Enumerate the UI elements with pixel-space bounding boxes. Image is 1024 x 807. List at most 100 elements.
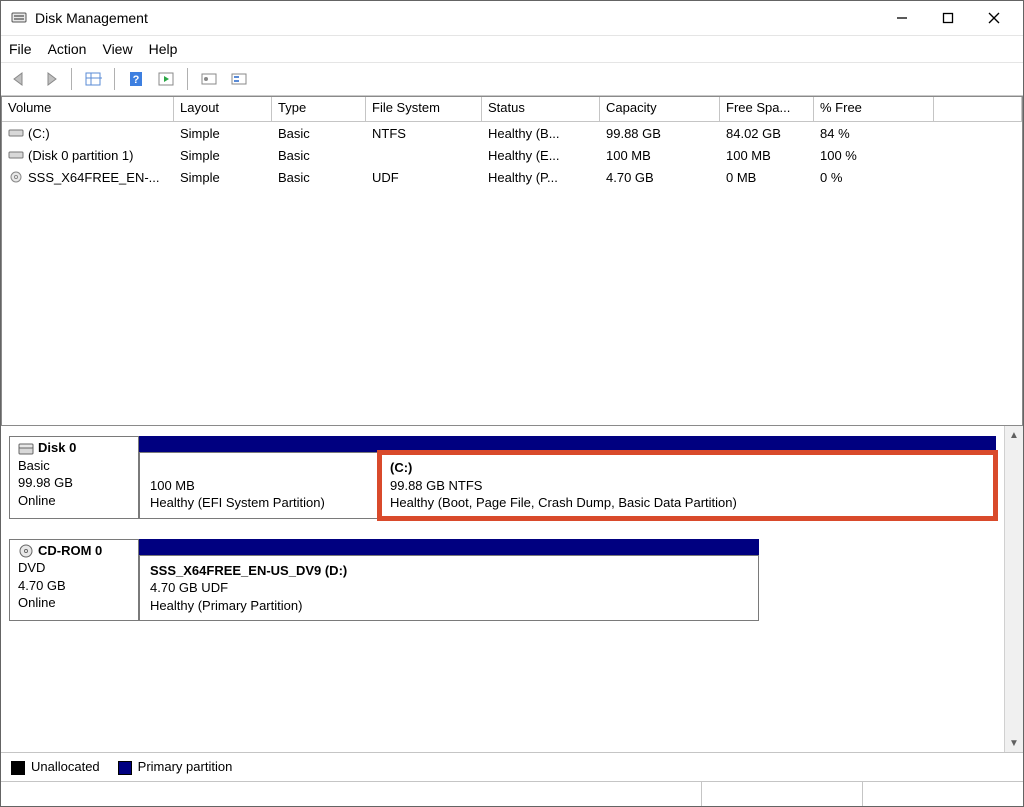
partition-efi[interactable]: 100 MB Healthy (EFI System Partition): [139, 452, 379, 519]
volume-layout: Simple: [174, 169, 272, 186]
disk-block-disk0: Disk 0 Basic 99.98 GB Online 100 MB Heal…: [9, 436, 996, 519]
statusbar-cell: [1, 782, 701, 806]
disk-state: Online: [18, 594, 130, 612]
toolbar-separator: [187, 68, 188, 90]
volume-name: SSS_X64FREE_EN-...: [28, 170, 160, 185]
disk-size: 99.98 GB: [18, 474, 130, 492]
titlebar: Disk Management: [1, 1, 1023, 36]
forward-button[interactable]: [39, 68, 61, 90]
partition-name: SSS_X64FREE_EN-US_DV9 (D:): [150, 562, 748, 580]
volume-status: Healthy (E...: [482, 147, 600, 164]
volume-status: Healthy (B...: [482, 125, 600, 142]
maximize-button[interactable]: [925, 3, 971, 33]
window-buttons: [879, 3, 1017, 33]
harddisk-icon: [18, 441, 34, 457]
col-header-capacity[interactable]: Capacity: [600, 97, 720, 121]
optical-disc-icon: [18, 543, 34, 559]
disk-label: CD-ROM 0: [38, 543, 102, 558]
volume-pctfree: 100 %: [814, 147, 934, 164]
volume-capacity: 4.70 GB: [600, 169, 720, 186]
close-button[interactable]: [971, 3, 1017, 33]
scroll-down-icon[interactable]: ▼: [1005, 734, 1023, 752]
volume-type: Basic: [272, 169, 366, 186]
partition-summary: 99.88 GB NTFS: [390, 477, 985, 495]
volume-free: 100 MB: [720, 147, 814, 164]
col-header-freespace[interactable]: Free Spa...: [720, 97, 814, 121]
disk-block-cdrom0: CD-ROM 0 DVD 4.70 GB Online SSS_X64FREE_…: [9, 539, 996, 622]
refresh-button[interactable]: [155, 68, 177, 90]
settings-view-bottom-button[interactable]: [228, 68, 250, 90]
disk-state: Online: [18, 492, 130, 510]
volume-type: Basic: [272, 125, 366, 142]
cdrom0-partitions: SSS_X64FREE_EN-US_DV9 (D:) 4.70 GB UDF H…: [139, 539, 759, 622]
partition-c-drive[interactable]: (C:) 99.88 GB NTFS Healthy (Boot, Page F…: [379, 452, 996, 519]
volume-name: (Disk 0 partition 1): [28, 148, 133, 163]
volume-row[interactable]: SSS_X64FREE_EN-... Simple Basic UDF Heal…: [2, 166, 1022, 188]
volume-list-header: Volume Layout Type File System Status Ca…: [2, 97, 1022, 122]
col-header-layout[interactable]: Layout: [174, 97, 272, 121]
volume-fs: UDF: [366, 169, 482, 186]
legend-primary: Primary partition: [118, 759, 233, 775]
partition-color-bar: [139, 436, 996, 452]
volume-pctfree: 84 %: [814, 125, 934, 142]
partition-dvd[interactable]: SSS_X64FREE_EN-US_DV9 (D:) 4.70 GB UDF H…: [139, 555, 759, 622]
col-header-status[interactable]: Status: [482, 97, 600, 121]
partition-summary: 4.70 GB UDF: [150, 579, 748, 597]
volume-fs: NTFS: [366, 125, 482, 142]
disk-label: Disk 0: [38, 440, 76, 455]
volume-layout: Simple: [174, 147, 272, 164]
disc-icon: [8, 171, 24, 183]
toolbar-separator: [114, 68, 115, 90]
partition-color-bar: [139, 539, 759, 555]
window-root: Disk Management File Action View Help ? …: [0, 0, 1024, 807]
drive-icon: [8, 127, 24, 139]
show-hide-console-button[interactable]: [82, 68, 104, 90]
col-header-type[interactable]: Type: [272, 97, 366, 121]
volume-type: Basic: [272, 147, 366, 164]
back-button[interactable]: [9, 68, 31, 90]
menu-file[interactable]: File: [9, 41, 32, 57]
volume-row[interactable]: (C:) Simple Basic NTFS Healthy (B... 99.…: [2, 122, 1022, 144]
volume-row[interactable]: (Disk 0 partition 1) Simple Basic Health…: [2, 144, 1022, 166]
disk-type: Basic: [18, 457, 130, 475]
col-header-pad[interactable]: [934, 97, 1022, 121]
partition-status: Healthy (EFI System Partition): [150, 494, 368, 512]
disk-management-icon: [11, 10, 27, 26]
toolbar: ?: [1, 62, 1023, 96]
disk-info[interactable]: CD-ROM 0 DVD 4.70 GB Online: [9, 539, 139, 622]
volume-capacity: 99.88 GB: [600, 125, 720, 142]
volume-list: Volume Layout Type File System Status Ca…: [1, 96, 1023, 425]
toolbar-separator: [71, 68, 72, 90]
volume-fs: [366, 154, 482, 156]
minimize-button[interactable]: [879, 3, 925, 33]
volume-name: (C:): [28, 126, 50, 141]
swatch-unallocated: [11, 761, 25, 775]
vertical-scrollbar[interactable]: ▲ ▼: [1004, 426, 1023, 752]
menu-view[interactable]: View: [102, 41, 132, 57]
scroll-up-icon[interactable]: ▲: [1005, 426, 1023, 444]
volume-capacity: 100 MB: [600, 147, 720, 164]
menu-action[interactable]: Action: [48, 41, 87, 57]
window-title: Disk Management: [35, 10, 879, 26]
disk-info[interactable]: Disk 0 Basic 99.98 GB Online: [9, 436, 139, 519]
statusbar-cell: [862, 782, 1023, 806]
graphical-view: Disk 0 Basic 99.98 GB Online 100 MB Heal…: [1, 425, 1023, 781]
menu-help[interactable]: Help: [149, 41, 178, 57]
col-header-volume[interactable]: Volume: [2, 97, 174, 121]
help-button[interactable]: ?: [125, 68, 147, 90]
legend-unallocated: Unallocated: [11, 759, 100, 775]
partition-name: (C:): [390, 459, 985, 477]
volume-rows: (C:) Simple Basic NTFS Healthy (B... 99.…: [2, 122, 1022, 425]
col-header-pctfree[interactable]: % Free: [814, 97, 934, 121]
volume-status: Healthy (P...: [482, 169, 600, 186]
partition-status: Healthy (Primary Partition): [150, 597, 748, 615]
disk0-partitions: 100 MB Healthy (EFI System Partition) (C…: [139, 436, 996, 519]
statusbar-cell: [701, 782, 862, 806]
legend: Unallocated Primary partition: [1, 752, 1023, 781]
volume-free: 84.02 GB: [720, 125, 814, 142]
volume-layout: Simple: [174, 125, 272, 142]
settings-view-top-button[interactable]: [198, 68, 220, 90]
disk-size: 4.70 GB: [18, 577, 130, 595]
swatch-primary: [118, 761, 132, 775]
col-header-filesystem[interactable]: File System: [366, 97, 482, 121]
